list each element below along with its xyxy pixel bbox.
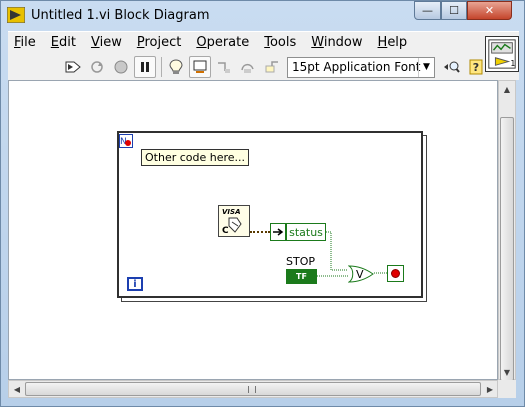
or-function[interactable]: V xyxy=(348,265,374,283)
scroll-left-icon[interactable]: ◀ xyxy=(10,382,24,396)
menu-toolbar-panel: File Edit View Project Operate Tools Win… xyxy=(8,31,519,80)
menu-file[interactable]: File xyxy=(14,35,36,50)
menu-operate[interactable]: Operate xyxy=(196,35,249,50)
scroll-up-icon[interactable]: ▲ xyxy=(500,82,514,96)
unbundle-by-name-node[interactable] xyxy=(270,223,286,241)
stop-button-terminal[interactable]: TF xyxy=(286,269,317,284)
font-select[interactable]: 15pt Application Font ▼ xyxy=(287,56,435,78)
stop-label: STOP xyxy=(286,255,315,268)
vertical-scrollbar[interactable]: ▲ ▼ xyxy=(498,80,516,381)
title-bar[interactable]: Untitled 1.vi Block Diagram — ☐ ✕ xyxy=(1,1,524,31)
labview-app-icon[interactable] xyxy=(7,7,25,23)
scrollbar-corner xyxy=(498,380,516,398)
run-continuously-icon[interactable] xyxy=(86,56,108,78)
scroll-down-icon[interactable]: ▼ xyxy=(500,365,514,379)
chevron-down-icon[interactable]: ▼ xyxy=(418,57,434,77)
toolbar: 15pt Application Font ▼ ? xyxy=(62,54,489,80)
vi-icon[interactable]: 1 xyxy=(485,36,519,72)
minimize-button[interactable]: — xyxy=(414,1,441,20)
svg-text:1: 1 xyxy=(510,59,515,68)
retain-wire-values-icon[interactable] xyxy=(189,56,211,78)
close-button[interactable]: ✕ xyxy=(467,1,512,20)
step-out-icon[interactable] xyxy=(261,56,283,78)
menu-window[interactable]: Window xyxy=(311,35,362,50)
loop-corner-icon[interactable]: N xyxy=(119,134,133,148)
window-title: Untitled 1.vi Block Diagram xyxy=(31,8,210,23)
horizontal-scrollbar[interactable]: ◀ ▶ xyxy=(8,380,498,398)
vertical-scroll-thumb[interactable] xyxy=(500,117,514,381)
svg-text:C: C xyxy=(222,226,229,236)
help-icon[interactable]: ? xyxy=(465,56,487,78)
highlight-execution-icon[interactable] xyxy=(165,56,187,78)
error-cluster-wire[interactable] xyxy=(250,231,270,234)
window-frame: Untitled 1.vi Block Diagram — ☐ ✕ File E… xyxy=(0,0,525,407)
visa-node[interactable]: VISA C xyxy=(218,205,250,237)
toolbar-separator xyxy=(161,57,162,77)
stop-if-true-icon xyxy=(391,269,400,278)
abort-icon[interactable] xyxy=(110,56,132,78)
iteration-terminal[interactable]: i xyxy=(127,277,143,291)
menu-help[interactable]: Help xyxy=(378,35,408,50)
step-over-icon[interactable] xyxy=(237,56,259,78)
comment-label[interactable]: Other code here... xyxy=(141,149,250,166)
scroll-grip xyxy=(248,386,256,393)
horizontal-scroll-thumb[interactable] xyxy=(25,382,481,396)
maximize-button[interactable]: ☐ xyxy=(441,1,467,20)
svg-text:VISA: VISA xyxy=(222,208,240,216)
search-icon[interactable] xyxy=(441,56,463,78)
scroll-right-icon[interactable]: ▶ xyxy=(483,382,497,396)
menu-view[interactable]: View xyxy=(91,35,122,50)
menu-tools[interactable]: Tools xyxy=(264,35,296,50)
step-into-icon[interactable] xyxy=(213,56,235,78)
pause-icon[interactable] xyxy=(134,56,156,78)
svg-text:?: ? xyxy=(473,61,479,74)
loop-condition-terminal[interactable] xyxy=(387,265,404,282)
run-icon[interactable] xyxy=(62,56,84,78)
svg-text:V: V xyxy=(356,268,364,281)
status-field[interactable]: status xyxy=(286,223,326,241)
menu-bar: File Edit View Project Operate Tools Win… xyxy=(8,32,422,53)
menu-project[interactable]: Project xyxy=(137,35,182,50)
menu-edit[interactable]: Edit xyxy=(51,35,76,50)
